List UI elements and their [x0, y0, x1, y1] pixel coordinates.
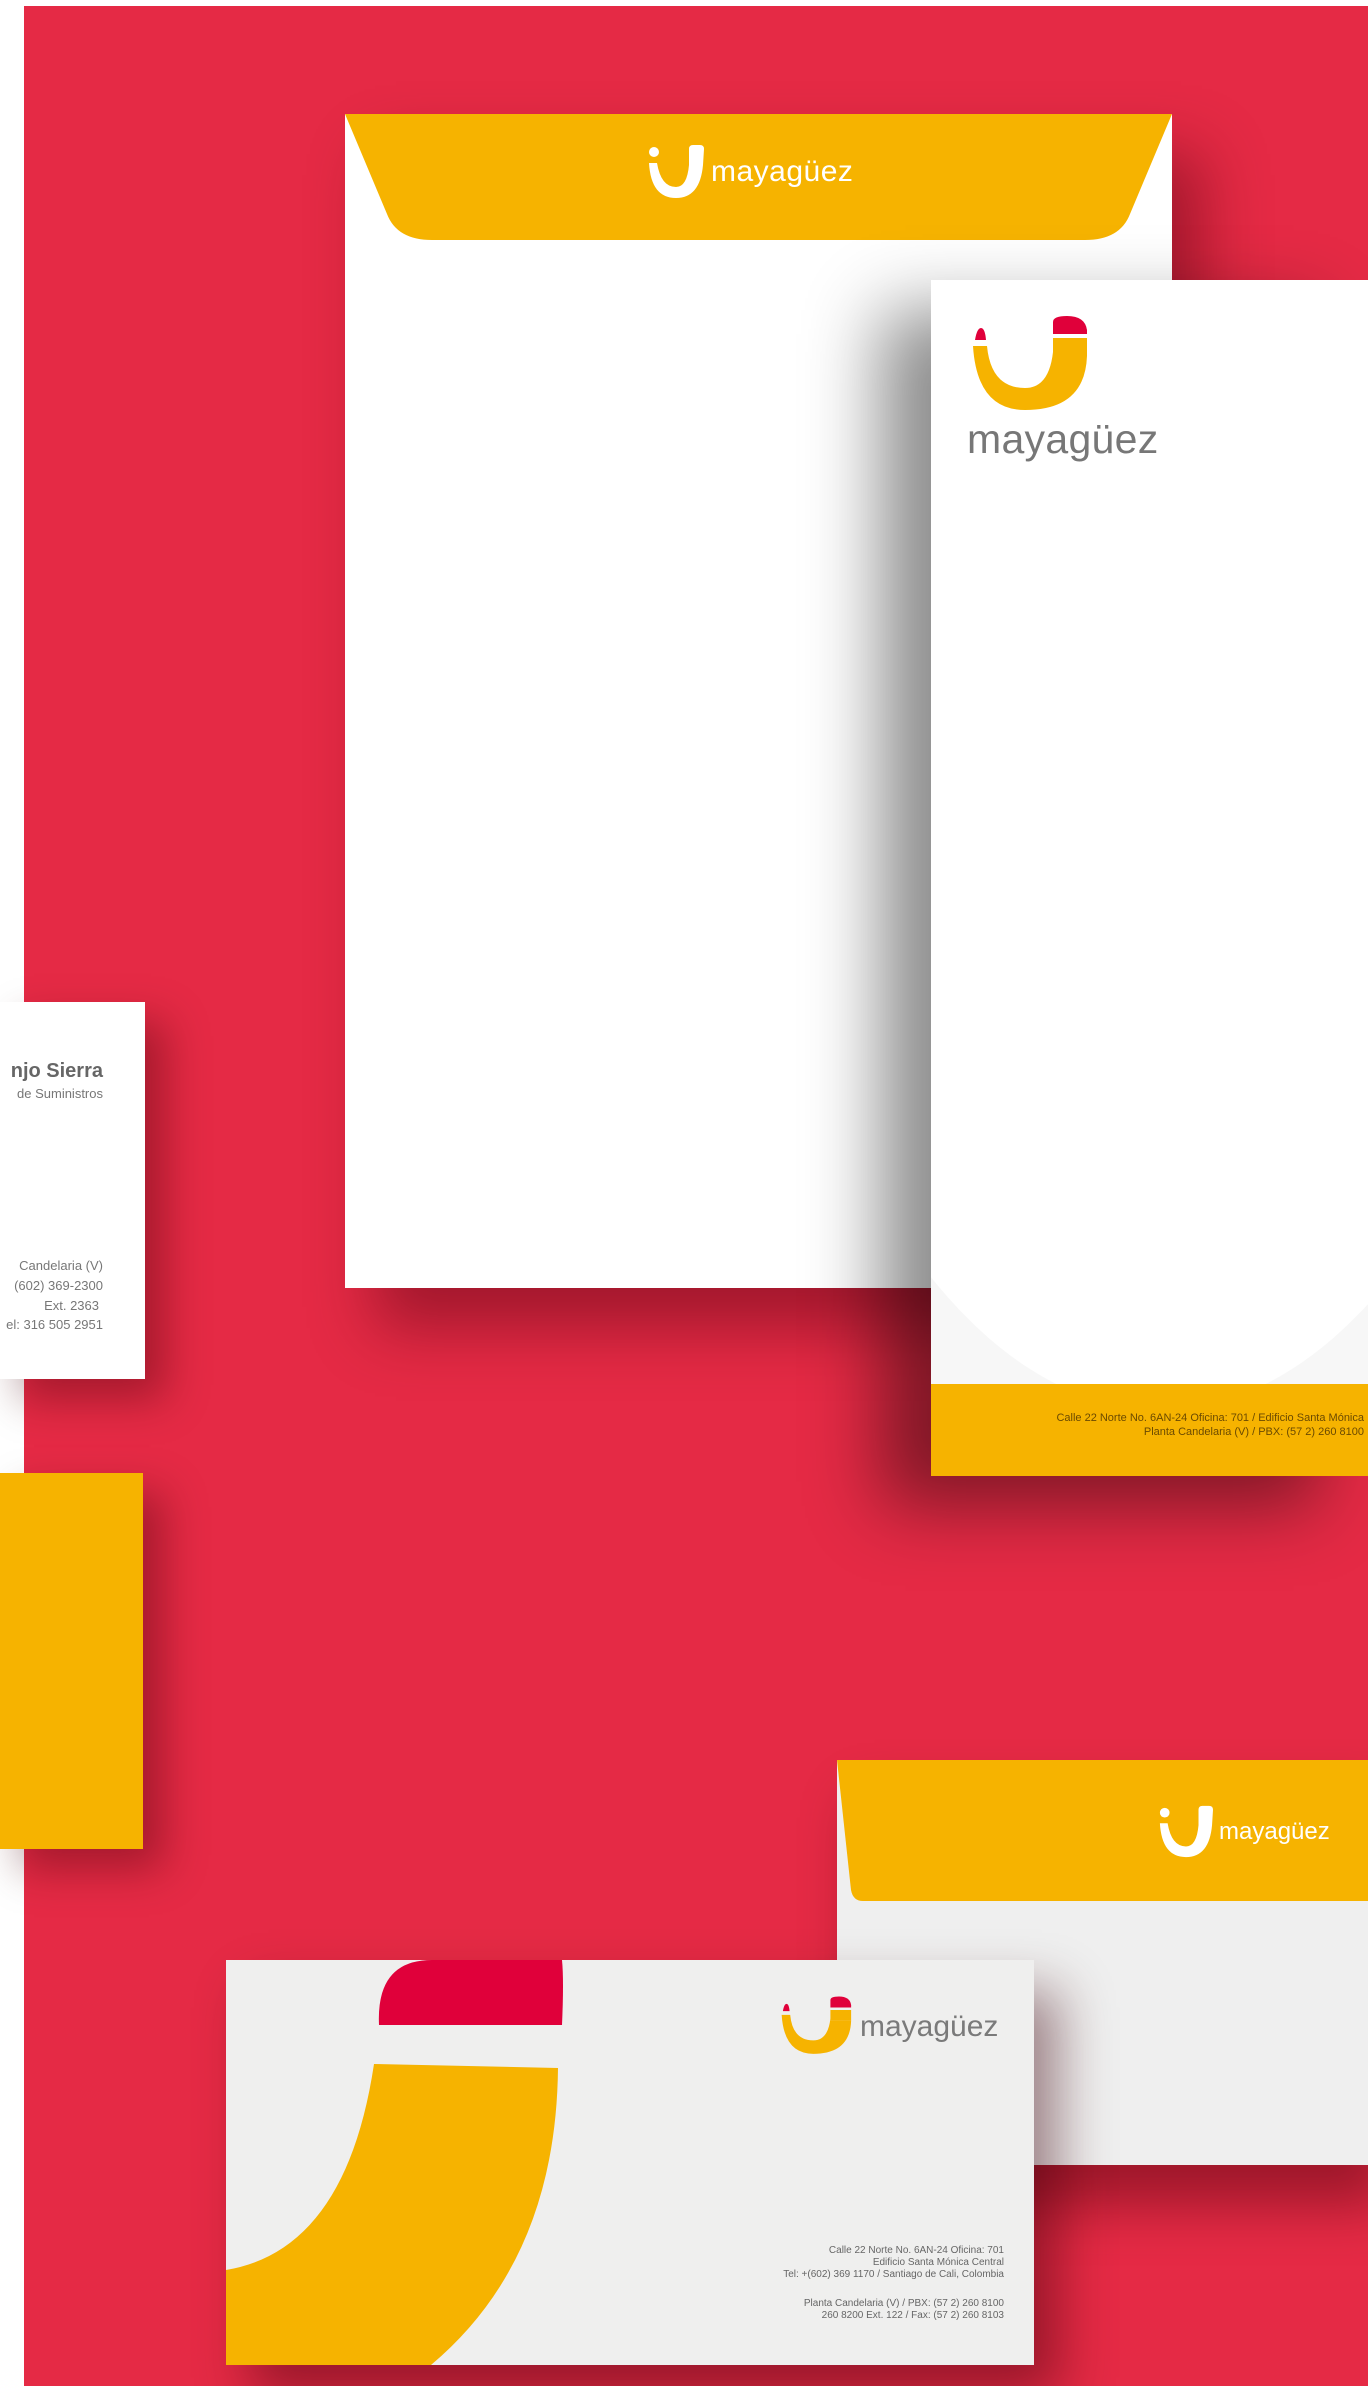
card-line-2: (602) 369-2300 [14, 1278, 103, 1293]
letterhead-brand-name: mayagüez [967, 416, 1159, 462]
long-envelope-address-3: Tel: +(602) 369 1170 / Santiago de Cali,… [783, 2269, 1004, 2280]
envelope-logo: mayagüez [645, 145, 854, 198]
brand-mark-icon [781, 1996, 852, 2054]
letterhead-sheet: mayagüez Calle 22 Norte No. 6AN-24 Ofici… [931, 280, 1368, 1476]
long-envelope-logo: mayagüez [778, 1996, 998, 2058]
long-envelope-address-2: Edificio Santa Mónica Central [872, 2257, 1004, 2268]
long-envelope-address-1: Calle 22 Norte No. 6AN-24 Oficina: 701 [828, 2245, 1004, 2256]
letterhead-address-line-2: Planta Candelaria (V) / PBX: (57 2) 260 … [1143, 1426, 1364, 1438]
letterhead-logo-icon [973, 316, 1087, 410]
long-envelope: mayagüez Calle 22 Norte No. 6AN-24 Ofici… [226, 1960, 1034, 2365]
letterhead-address-line-1: Calle 22 Norte No. 6AN-24 Oficina: 701 /… [1056, 1412, 1364, 1424]
card-line-3: Ext. 2363 [44, 1298, 99, 1313]
letterhead-footer: Calle 22 Norte No. 6AN-24 Oficina: 701 /… [931, 1384, 1368, 1476]
envelope-brand-name: mayagüez [711, 155, 854, 188]
small-envelope-logo: mayagüez [1155, 1804, 1330, 1860]
long-envelope-graphic [226, 1960, 563, 2365]
business-card-front: njo Sierra de Suministros Candelaria (V)… [0, 1002, 145, 1379]
long-envelope-plant-2: 260 8200 Ext. 122 / Fax: (57 2) 260 8103 [821, 2310, 1004, 2321]
brand-mark-icon [1159, 1805, 1213, 1858]
business-card-back [0, 1473, 143, 1849]
card-name: njo Sierra [10, 1060, 103, 1082]
brand-mark-icon [649, 145, 704, 198]
small-envelope-brand-name: mayagüez [1219, 1818, 1330, 1845]
card-title: de Suministros [17, 1086, 103, 1101]
long-envelope-brand-name: mayagüez [860, 2010, 999, 2043]
card-line-4: el: 316 505 2951 [6, 1317, 103, 1332]
card-line-1: Candelaria (V) [19, 1258, 103, 1273]
long-envelope-plant-1: Planta Candelaria (V) / PBX: (57 2) 260 … [803, 2298, 1004, 2309]
